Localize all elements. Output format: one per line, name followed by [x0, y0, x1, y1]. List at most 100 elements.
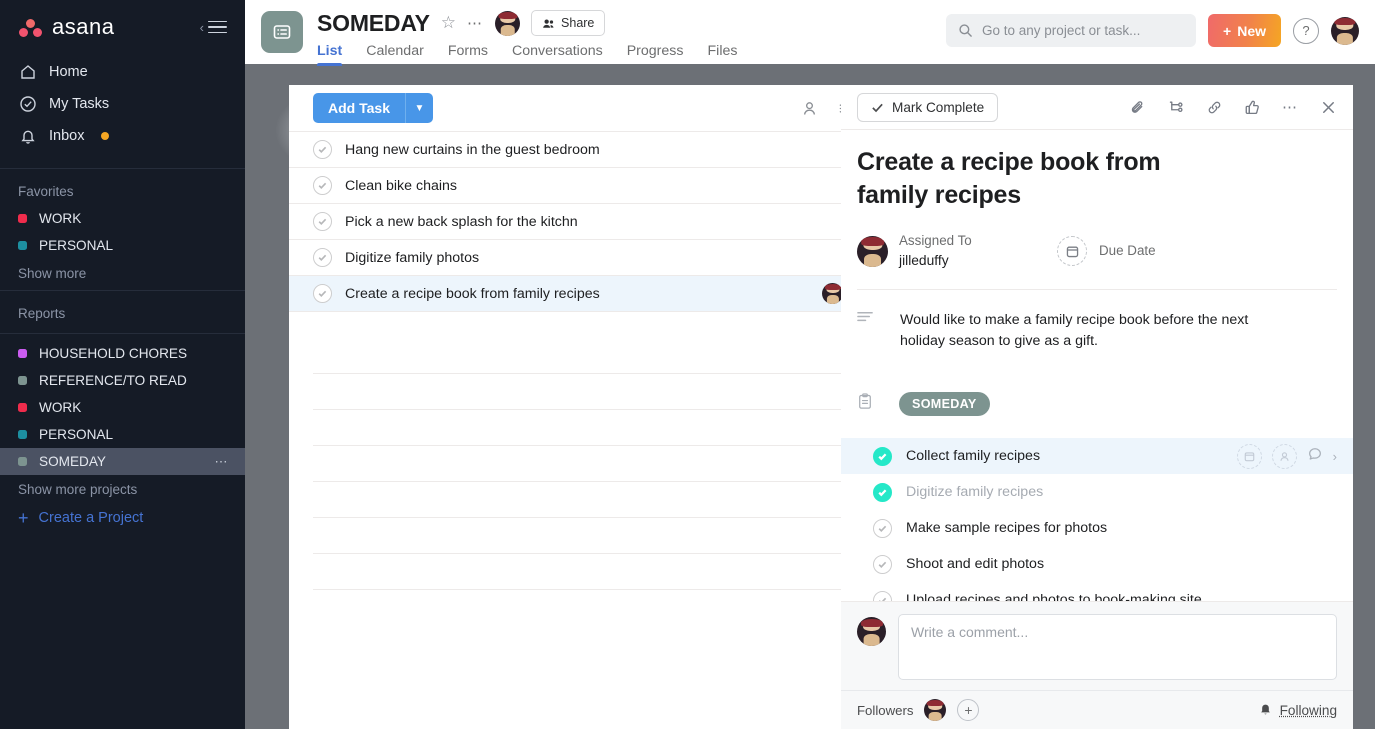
status-badge[interactable]: SOMEDAY [899, 392, 990, 417]
ellipsis-icon[interactable]: ⋯ [1282, 100, 1299, 115]
hamburger-icon [208, 17, 227, 38]
new-button[interactable]: + New [1208, 14, 1281, 47]
close-icon[interactable] [1320, 99, 1337, 116]
ellipsis-icon[interactable]: ⋯ [467, 16, 484, 31]
search-box[interactable] [946, 14, 1197, 47]
help-button[interactable]: ? [1293, 17, 1319, 44]
task-detail-panel: Mark Complete ⋯ Create a recipe book fro… [841, 85, 1353, 729]
favorite-label: PERSONAL [39, 238, 114, 253]
subtask-icon[interactable] [1168, 99, 1185, 116]
show-more-projects[interactable]: Show more projects [0, 475, 245, 500]
subtask-row-actions: › [1236, 443, 1337, 469]
avatar[interactable] [495, 10, 521, 36]
due-date-field[interactable]: Due Date [1057, 236, 1156, 267]
paperclip-icon[interactable] [1130, 99, 1147, 116]
task-complete-checkbox[interactable] [313, 176, 332, 195]
favorite-label: WORK [39, 211, 82, 226]
subtask-complete-checkbox[interactable] [873, 554, 892, 574]
list-board-icon[interactable] [261, 11, 303, 53]
comment-input[interactable]: Write a comment... [898, 614, 1337, 681]
share-button[interactable]: Share [531, 10, 606, 36]
sidebar-project-household-chores[interactable]: HOUSEHOLD CHORES [0, 340, 245, 367]
sidebar-project-reference-to-read[interactable]: REFERENCE/TO READ [0, 367, 245, 394]
sidebar-header: asana ‹ [0, 0, 245, 50]
empty-task-row[interactable] [313, 446, 855, 482]
chevron-right-icon[interactable]: › [1333, 449, 1337, 464]
task-complete-checkbox[interactable] [313, 284, 332, 303]
avatar[interactable] [857, 235, 888, 267]
project-title-block: SOMEDAY ☆ ⋯ Share List Calendar Forms Co… [317, 8, 737, 66]
project-color-dot [18, 430, 27, 439]
chevron-down-icon[interactable]: ▼ [404, 93, 433, 123]
tab-conversations[interactable]: Conversations [512, 43, 603, 66]
subtask-row[interactable]: Make sample recipes for photos [841, 510, 1353, 546]
task-complete-checkbox[interactable] [313, 140, 332, 159]
search-input[interactable] [982, 23, 1185, 38]
tab-progress[interactable]: Progress [627, 43, 684, 66]
task-detail-title[interactable]: Create a recipe book from family recipes [857, 146, 1237, 211]
empty-task-row[interactable] [313, 338, 855, 374]
calendar-icon[interactable] [1236, 443, 1262, 469]
show-more-favorites[interactable]: Show more [0, 259, 245, 284]
sidebar-project-someday[interactable]: SOMEDAY ⋯ [0, 448, 245, 475]
ellipsis-icon[interactable]: ⋯ [215, 454, 230, 470]
followers-label: Followers [857, 702, 914, 718]
empty-task-row[interactable] [313, 518, 855, 554]
tab-calendar[interactable]: Calendar [366, 43, 424, 66]
sidebar-favorite-personal[interactable]: PERSONAL [0, 232, 245, 259]
project-color-dot [18, 241, 27, 250]
sidebar-collapse-button[interactable]: ‹ [200, 17, 227, 38]
task-complete-checkbox[interactable] [313, 212, 332, 231]
link-icon[interactable] [1206, 99, 1223, 116]
thumbs-up-icon[interactable] [1244, 99, 1261, 116]
sidebar-favorite-work[interactable]: WORK [0, 205, 245, 232]
subtask-complete-checkbox[interactable] [873, 482, 892, 502]
empty-task-row[interactable] [313, 374, 855, 410]
tab-forms[interactable]: Forms [448, 43, 488, 66]
subtask-row-selected[interactable]: Collect family recipes › [841, 438, 1353, 475]
sidebar-item-inbox[interactable]: Inbox [0, 120, 245, 152]
detail-toolbar-icons: ⋯ [1130, 99, 1337, 116]
avatar[interactable] [924, 699, 947, 722]
add-follower-button[interactable]: + [957, 699, 980, 722]
sidebar-item-label: My Tasks [49, 96, 110, 112]
table-row[interactable]: Hang new curtains in the guest bedroom [289, 132, 879, 168]
sidebar-project-work[interactable]: WORK [0, 394, 245, 421]
divider [857, 288, 1337, 290]
mark-complete-button[interactable]: Mark Complete [857, 92, 999, 122]
table-row-selected[interactable]: Create a recipe book from family recipes… [289, 276, 879, 312]
empty-task-row[interactable] [313, 482, 855, 518]
comment-icon[interactable] [1307, 446, 1323, 467]
table-row[interactable]: Digitize family photos [289, 240, 879, 276]
account-avatar[interactable] [1331, 16, 1359, 45]
person-icon[interactable] [801, 100, 818, 117]
task-complete-checkbox[interactable] [313, 248, 332, 267]
subtask-row[interactable]: Upload recipes and photos to book-making… [841, 582, 1353, 602]
following-toggle[interactable]: Following [1258, 701, 1337, 719]
sidebar-item-home[interactable]: Home [0, 56, 245, 88]
project-label: SOMEDAY [39, 454, 106, 469]
subtask-row[interactable]: Shoot and edit photos [841, 546, 1353, 582]
tab-list[interactable]: List [317, 43, 343, 66]
add-task-button[interactable]: Add Task [313, 93, 405, 123]
empty-task-row[interactable] [313, 410, 855, 446]
subtask-complete-checkbox[interactable] [873, 518, 892, 538]
create-project-button[interactable]: + Create a Project [0, 500, 245, 536]
asana-logo[interactable]: asana [18, 14, 114, 40]
table-row[interactable]: Clean bike chains [289, 168, 879, 204]
calendar-icon [1057, 236, 1087, 267]
person-icon[interactable] [1271, 443, 1297, 469]
sidebar-item-my-tasks[interactable]: My Tasks [0, 88, 245, 120]
subtask-complete-checkbox[interactable] [873, 590, 892, 602]
tab-files[interactable]: Files [708, 43, 738, 66]
empty-task-row[interactable] [313, 554, 855, 590]
subtask-row[interactable]: Digitize family recipes [841, 474, 1353, 510]
clipboard-icon [857, 393, 873, 415]
sidebar-project-personal[interactable]: PERSONAL [0, 421, 245, 448]
star-outline-icon[interactable]: ☆ [441, 13, 456, 33]
assignee-field[interactable]: Assigned To jilleduffy [857, 231, 1057, 270]
subtask-complete-checkbox[interactable] [873, 446, 892, 466]
sidebar: asana ‹ Home My Tasks Inbox Favorites WO… [0, 0, 245, 729]
table-row[interactable]: Pick a new back splash for the kitchn [289, 204, 879, 240]
task-description-row[interactable]: Would like to make a family recipe book … [857, 310, 1337, 353]
